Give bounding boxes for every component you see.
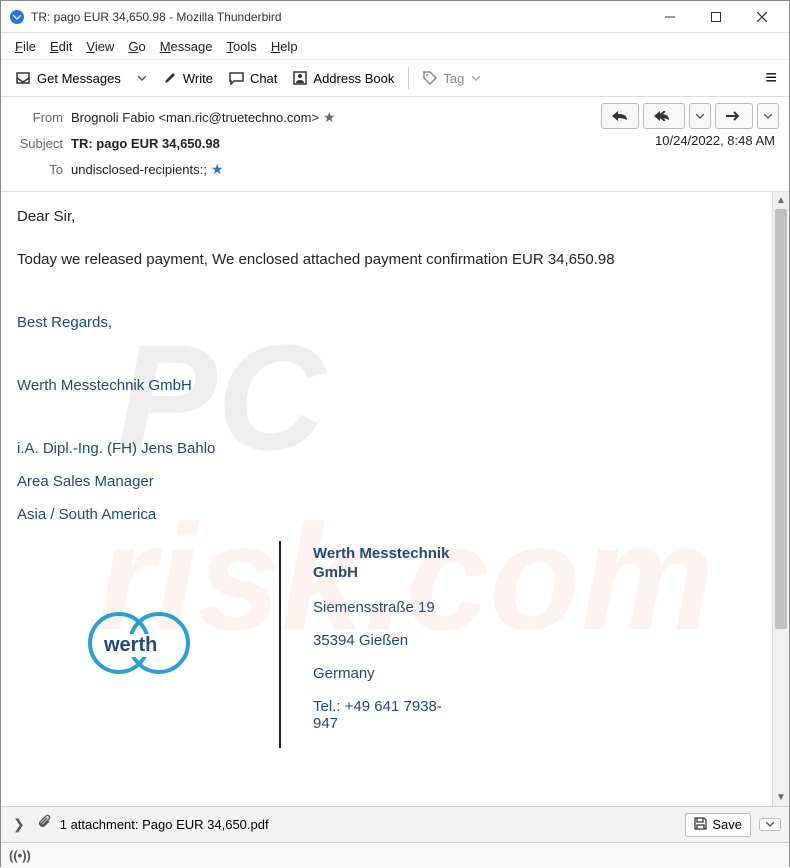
message-header: From Brognoli Fabio <man.ric@truetechno.… (1, 97, 789, 192)
body-regards: Best Regards, (17, 314, 756, 331)
reply-button[interactable] (601, 103, 639, 129)
subject-label: Subject (11, 136, 63, 151)
signature-logo-cell: werth (17, 541, 281, 748)
get-messages-label: Get Messages (37, 71, 121, 86)
menu-help[interactable]: Help (265, 37, 304, 56)
scrollbar[interactable]: ▲ ▼ (772, 192, 789, 806)
window-title: TR: pago EUR 34,650.98 - Mozilla Thunder… (31, 10, 282, 24)
title-bar: TR: pago EUR 34,650.98 - Mozilla Thunder… (1, 1, 789, 33)
tag-button[interactable]: Tag (417, 64, 486, 92)
write-label: Write (183, 71, 213, 86)
scroll-up-icon[interactable]: ▲ (773, 192, 789, 209)
recipient-star-icon[interactable]: ★ (211, 161, 224, 178)
message-body: PC risk.com Dear Sir, Today we released … (1, 192, 772, 806)
addr-city: 35394 Gießen (313, 632, 461, 649)
attachment-expand-icon[interactable]: ❯ (9, 816, 29, 833)
from-label: From (11, 110, 63, 125)
reply-all-dropdown[interactable] (689, 103, 711, 129)
pencil-icon (163, 71, 177, 85)
scroll-down-icon[interactable]: ▼ (773, 789, 789, 806)
close-button[interactable] (739, 2, 785, 32)
menu-edit[interactable]: Edit (44, 37, 78, 56)
toolbar-divider (408, 67, 409, 89)
sig-title: Area Sales Manager (17, 473, 756, 490)
thunderbird-icon (9, 9, 25, 25)
minimize-button[interactable] (647, 2, 693, 32)
toolbar: Get Messages Write Chat Address Book Tag… (1, 59, 789, 97)
tag-label: Tag (443, 71, 464, 86)
scroll-thumb[interactable] (775, 209, 787, 629)
save-label: Save (712, 817, 742, 832)
menu-bar: File Edit View Go Message Tools Help (1, 33, 789, 59)
werth-logo-text: werth (100, 634, 161, 657)
address-book-label: Address Book (313, 71, 394, 86)
write-button[interactable]: Write (157, 64, 219, 92)
sig-region: Asia / South America (17, 506, 756, 523)
forward-button[interactable] (715, 103, 753, 129)
from-value: Brognoli Fabio <man.ric@truetechno.com> (71, 110, 319, 125)
addr-company: Werth Messtechnik GmbH (313, 545, 461, 583)
menu-message[interactable]: Message (154, 37, 219, 56)
signature-card: werth Werth Messtechnik GmbH Siemensstra… (17, 541, 756, 748)
save-attachment-button[interactable]: Save (685, 813, 751, 837)
menu-file[interactable]: File (9, 37, 42, 56)
maximize-button[interactable] (693, 2, 739, 32)
werth-logo: werth (78, 604, 218, 684)
tag-icon (423, 71, 437, 85)
address-book-icon (293, 71, 307, 85)
status-bar: ((•)) (1, 842, 789, 868)
addr-country: Germany (313, 665, 461, 682)
address-book-button[interactable]: Address Book (287, 64, 400, 92)
save-disk-icon (694, 817, 707, 833)
reply-all-button[interactable] (643, 103, 685, 129)
inbox-icon (15, 71, 31, 85)
activity-icon: ((•)) (9, 848, 31, 863)
header-actions (601, 103, 779, 129)
body-company: Werth Messtechnik GmbH (17, 377, 756, 394)
paperclip-icon (37, 814, 52, 835)
signature-address: Werth Messtechnik GmbH Siemensstraße 19 … (281, 541, 461, 748)
chat-button[interactable]: Chat (223, 64, 283, 92)
body-main-line: Today we released payment, We enclosed a… (17, 251, 756, 268)
more-actions-dropdown[interactable] (757, 103, 779, 129)
body-greeting: Dear Sir, (17, 208, 756, 225)
contact-star-icon[interactable]: ★ (323, 109, 336, 126)
chat-icon (229, 72, 244, 85)
message-body-container: PC risk.com Dear Sir, Today we released … (1, 192, 789, 806)
menu-tools[interactable]: Tools (220, 37, 262, 56)
to-label: To (11, 162, 63, 177)
menu-go[interactable]: Go (122, 37, 151, 56)
get-messages-dropdown[interactable] (131, 64, 153, 92)
save-dropdown[interactable] (759, 818, 781, 831)
subject-value: TR: pago EUR 34,650.98 (71, 136, 220, 151)
chat-label: Chat (250, 71, 277, 86)
menu-view[interactable]: View (80, 37, 120, 56)
to-value: undisclosed-recipients:; (71, 162, 207, 177)
attachment-bar: ❯ 1 attachment: Pago EUR 34,650.pdf Save (1, 806, 789, 842)
get-messages-button[interactable]: Get Messages (9, 64, 127, 92)
app-menu-button[interactable]: ≡ (761, 65, 781, 92)
message-date: 10/24/2022, 8:48 AM (655, 133, 775, 148)
addr-street: Siemensstraße 19 (313, 599, 461, 616)
attachment-text[interactable]: 1 attachment: Pago EUR 34,650.pdf (60, 817, 678, 832)
sig-name: i.A. Dipl.-Ing. (FH) Jens Bahlo (17, 440, 756, 457)
addr-tel: Tel.: +49 641 7938-947 (313, 698, 461, 732)
